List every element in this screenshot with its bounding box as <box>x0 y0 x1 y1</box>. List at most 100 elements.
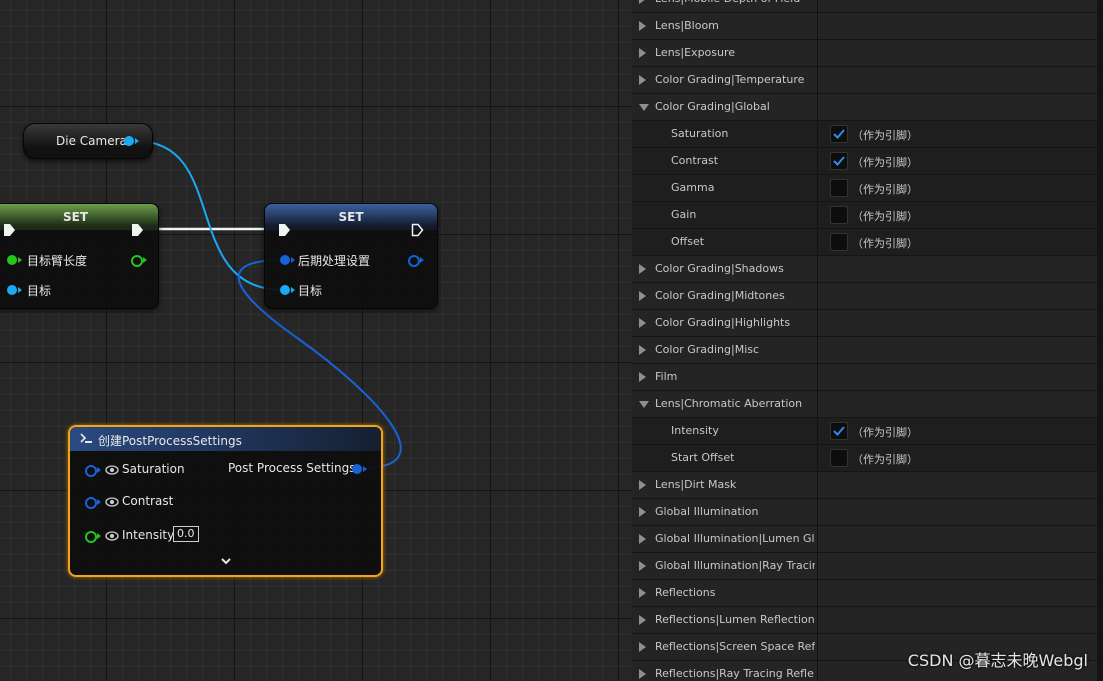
collapsed-triangle-icon[interactable] <box>639 0 646 4</box>
column-divider[interactable] <box>817 472 818 499</box>
category-row[interactable]: Color Grading|Shadows <box>632 256 1097 283</box>
expose-as-pin-checkbox[interactable] <box>830 233 848 251</box>
property-row[interactable]: Contrast （作为引脚） <box>632 148 1097 175</box>
property-row[interactable]: Gamma （作为引脚） <box>632 175 1097 202</box>
expanded-triangle-icon[interactable] <box>639 401 649 408</box>
property-row[interactable]: Saturation （作为引脚） <box>632 121 1097 148</box>
property-row[interactable]: Gain （作为引脚） <box>632 202 1097 229</box>
chevron-down-icon[interactable] <box>220 557 232 567</box>
category-row[interactable]: Film <box>632 364 1097 391</box>
column-divider[interactable] <box>817 0 818 13</box>
expose-as-pin-checkbox[interactable] <box>830 206 848 224</box>
collapsed-triangle-icon[interactable] <box>639 561 646 571</box>
collapsed-triangle-icon[interactable] <box>639 291 646 301</box>
column-divider[interactable] <box>817 526 818 553</box>
post-process-settings-output-pin[interactable] <box>352 464 362 474</box>
column-divider[interactable] <box>817 67 818 94</box>
category-row[interactable]: Lens|Bloom <box>632 13 1097 40</box>
expanded-triangle-icon[interactable] <box>639 104 649 111</box>
exec-in-pin[interactable] <box>278 223 291 237</box>
collapsed-triangle-icon[interactable] <box>639 372 646 382</box>
property-row[interactable]: Start Offset （作为引脚） <box>632 445 1097 472</box>
column-divider[interactable] <box>817 391 818 418</box>
arm-length-output-pin[interactable] <box>131 255 143 267</box>
category-row[interactable]: Lens|Mobile Depth of Field <box>632 0 1097 13</box>
category-row[interactable]: Color Grading|Misc <box>632 337 1097 364</box>
blueprint-graph-canvas[interactable]: Die Camera SET 目标臂长度 目标 SET 后期处理设置 目标 创建… <box>0 0 632 681</box>
column-divider[interactable] <box>817 607 818 634</box>
eye-icon[interactable] <box>105 463 119 477</box>
column-divider[interactable] <box>817 94 818 121</box>
eye-icon[interactable] <box>105 495 119 509</box>
column-divider[interactable] <box>817 553 818 580</box>
collapsed-triangle-icon[interactable] <box>639 318 646 328</box>
category-row[interactable]: Reflections|Lumen Reflections <box>632 607 1097 634</box>
property-row[interactable]: Intensity （作为引脚） <box>632 418 1097 445</box>
post-process-settings-output-pin[interactable] <box>408 255 420 267</box>
arm-length-input-pin[interactable] <box>7 255 17 265</box>
category-row[interactable]: Lens|Chromatic Aberration <box>632 391 1097 418</box>
column-divider[interactable] <box>817 418 818 445</box>
column-divider[interactable] <box>817 40 818 67</box>
intensity-value-input[interactable]: 0.0 <box>173 526 199 542</box>
expose-as-pin-checkbox[interactable] <box>830 152 848 170</box>
column-divider[interactable] <box>817 661 818 681</box>
collapsed-triangle-icon[interactable] <box>639 588 646 598</box>
category-row[interactable]: Global Illumination|Ray Tracin... <box>632 553 1097 580</box>
details-scrollbar[interactable] <box>1097 0 1103 681</box>
column-divider[interactable] <box>817 310 818 337</box>
column-divider[interactable] <box>817 499 818 526</box>
category-row[interactable]: Color Grading|Temperature <box>632 67 1097 94</box>
collapsed-triangle-icon[interactable] <box>639 507 646 517</box>
collapsed-triangle-icon[interactable] <box>639 534 646 544</box>
set-node-right[interactable]: SET 后期处理设置 目标 <box>264 203 438 309</box>
collapsed-triangle-icon[interactable] <box>639 345 646 355</box>
eye-icon[interactable] <box>105 529 119 543</box>
column-divider[interactable] <box>817 337 818 364</box>
property-row[interactable]: Offset （作为引脚） <box>632 229 1097 256</box>
saturation-input-pin[interactable] <box>85 465 97 477</box>
category-row[interactable]: Color Grading|Highlights <box>632 310 1097 337</box>
collapsed-triangle-icon[interactable] <box>639 21 646 31</box>
collapsed-triangle-icon[interactable] <box>639 264 646 274</box>
column-divider[interactable] <box>817 175 818 202</box>
category-row[interactable]: Color Grading|Midtones <box>632 283 1097 310</box>
category-row[interactable]: Global Illumination <box>632 499 1097 526</box>
column-divider[interactable] <box>817 229 818 256</box>
target-input-pin[interactable] <box>280 285 290 295</box>
column-divider[interactable] <box>817 13 818 40</box>
column-divider[interactable] <box>817 256 818 283</box>
intensity-input-pin[interactable] <box>85 531 97 543</box>
expose-as-pin-checkbox[interactable] <box>830 125 848 143</box>
column-divider[interactable] <box>817 580 818 607</box>
collapsed-triangle-icon[interactable] <box>639 615 646 625</box>
column-divider[interactable] <box>817 364 818 391</box>
category-row[interactable]: Reflections <box>632 580 1097 607</box>
target-input-pin[interactable] <box>7 285 17 295</box>
column-divider[interactable] <box>817 121 818 148</box>
die-camera-output-pin[interactable] <box>124 136 134 146</box>
column-divider[interactable] <box>817 148 818 175</box>
category-row[interactable]: Color Grading|Global <box>632 94 1097 121</box>
collapsed-triangle-icon[interactable] <box>639 75 646 85</box>
make-post-process-settings-node[interactable]: 创建PostProcessSettings Saturation Post Pr… <box>68 425 383 577</box>
collapsed-triangle-icon[interactable] <box>639 48 646 58</box>
set-node-left[interactable]: SET 目标臂长度 目标 <box>0 203 159 309</box>
exec-out-pin[interactable] <box>411 223 424 237</box>
contrast-input-pin[interactable] <box>85 497 97 509</box>
category-row[interactable]: Lens|Dirt Mask <box>632 472 1097 499</box>
column-divider[interactable] <box>817 283 818 310</box>
collapsed-triangle-icon[interactable] <box>639 642 646 652</box>
expose-as-pin-checkbox[interactable] <box>830 422 848 440</box>
collapsed-triangle-icon[interactable] <box>639 669 646 679</box>
exec-out-pin[interactable] <box>131 223 144 237</box>
column-divider[interactable] <box>817 634 818 661</box>
post-process-settings-input-pin[interactable] <box>280 255 290 265</box>
column-divider[interactable] <box>817 445 818 472</box>
category-row[interactable]: Lens|Exposure <box>632 40 1097 67</box>
collapsed-triangle-icon[interactable] <box>639 480 646 490</box>
exec-in-pin[interactable] <box>3 223 16 237</box>
column-divider[interactable] <box>817 202 818 229</box>
expose-as-pin-checkbox[interactable] <box>830 179 848 197</box>
expose-as-pin-checkbox[interactable] <box>830 449 848 467</box>
